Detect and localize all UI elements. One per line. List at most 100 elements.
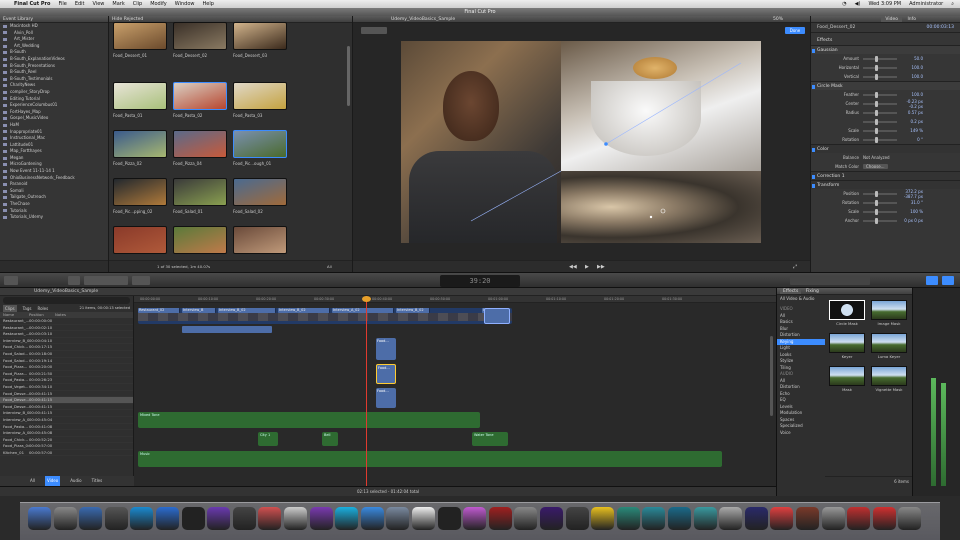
effect-tile[interactable] <box>871 300 907 320</box>
mask-outer-handle[interactable] <box>649 215 653 219</box>
index-row[interactable]: Interview_A_0200:00:45:08 <box>0 430 133 437</box>
media-browser-buttons[interactable] <box>790 276 870 285</box>
index-row[interactable]: Food_Pasta... 00:00:41:08 <box>0 424 133 431</box>
match-color-button[interactable]: Choose... <box>863 164 888 169</box>
skype-icon[interactable] <box>335 507 359 530</box>
parameter-slider[interactable] <box>863 91 897 98</box>
app-menu[interactable]: Final Cut Pro <box>14 1 50 7</box>
parameter-slider[interactable] <box>863 100 897 107</box>
parameter-value[interactable]: 31.0 ° <box>901 200 923 205</box>
unity-icon[interactable] <box>232 507 256 530</box>
photobooth-icon[interactable] <box>796 507 819 530</box>
event-library-item[interactable]: Gospel_MusicVideo <box>0 115 108 122</box>
c-icon[interactable] <box>642 507 666 530</box>
connected-clip[interactable]: Food... <box>376 388 396 408</box>
browser-clip-thumbnail[interactable] <box>233 82 287 110</box>
parameter-slider[interactable] <box>863 136 897 143</box>
parameter-slider[interactable] <box>863 208 897 215</box>
index-row[interactable]: Food_Desse... 00:00:41:15 <box>0 391 133 398</box>
tab-info[interactable]: Info <box>903 17 920 22</box>
gaussian-section[interactable]: Gaussian <box>811 45 960 54</box>
index-row[interactable]: Food_Pizza... 00:00:20:00 <box>0 364 133 371</box>
browser-clip-thumbnail[interactable] <box>113 130 167 158</box>
calculator-icon[interactable] <box>821 507 845 530</box>
parameter-slider[interactable] <box>863 118 897 125</box>
roblox-icon[interactable] <box>847 507 871 530</box>
index-row[interactable]: Food_Pizza_04 00:00:57:00 <box>0 443 133 450</box>
clapper-icon[interactable] <box>258 507 282 530</box>
attached-clip[interactable] <box>182 326 272 333</box>
tools-icon[interactable] <box>565 507 589 530</box>
quicktime-icon[interactable] <box>156 507 179 530</box>
event-library-item[interactable]: Macintosh HD <box>0 23 108 30</box>
safari-compass-icon[interactable] <box>693 507 717 530</box>
index-row[interactable]: Food_Salad... 00:00:19:14 <box>0 358 133 365</box>
index-row[interactable]: Restaurant_... 00:00:00:00 <box>0 318 133 325</box>
menu-file[interactable]: File <box>58 1 66 7</box>
event-library-item[interactable]: B-South_Testimonials <box>0 76 108 83</box>
ableton-icon[interactable] <box>309 507 333 530</box>
circle-mask-section[interactable]: Circle Mask <box>811 81 960 90</box>
browser-scrollbar[interactable] <box>347 46 350 106</box>
parameter-value[interactable]: 0.57 px <box>901 110 923 115</box>
browser-clip-thumbnail[interactable] <box>113 22 167 50</box>
event-library-item[interactable]: B-South <box>0 49 108 56</box>
index-row[interactable]: Interview_A_0200:00:45:04 <box>0 417 133 424</box>
messages-icon[interactable] <box>668 507 691 530</box>
launchpad-icon[interactable] <box>53 507 77 530</box>
textedit-icon[interactable] <box>412 507 435 530</box>
keyword-button[interactable] <box>68 276 80 285</box>
menu-window[interactable]: Window <box>175 1 195 7</box>
menu-view[interactable]: View <box>93 1 105 7</box>
event-library-item[interactable]: Tutorials_Udemy <box>0 214 108 221</box>
event-library-item[interactable]: FortHayes_Map <box>0 109 108 116</box>
menubar-user[interactable]: Administrator <box>909 1 943 7</box>
premiere-icon[interactable] <box>540 507 563 530</box>
event-library-item[interactable]: Art_Wedding <box>0 43 108 50</box>
parameter-slider[interactable] <box>863 199 897 206</box>
event-library-item[interactable]: B-South_Presentations <box>0 63 108 70</box>
spotlight-icon[interactable]: ⌕ <box>951 1 954 7</box>
tab-video[interactable]: Video <box>881 17 903 22</box>
effect-tile[interactable] <box>829 300 865 320</box>
playhead-handle[interactable] <box>362 296 371 302</box>
menu-modify[interactable]: Modify <box>150 1 167 7</box>
event-library-item[interactable]: B-South_ExplanationVideos <box>0 56 108 63</box>
transform-section[interactable]: Transform <box>811 180 960 189</box>
event-library-item[interactable]: Megan <box>0 155 108 162</box>
browser-clip-thumbnail[interactable] <box>233 178 287 206</box>
parameter-value[interactable]: 100 % <box>901 209 923 214</box>
event-library-item[interactable]: Now Event 11-11-14 1 <box>0 168 108 175</box>
parameter-value[interactable]: -0.23 px -0.2 px <box>901 99 923 109</box>
viewer-crop-tools[interactable] <box>361 27 387 34</box>
event-library-item[interactable]: B-South_Reel <box>0 69 108 76</box>
disk-icon[interactable] <box>514 507 538 530</box>
mask-center-handle[interactable] <box>604 142 608 146</box>
system-prefs-icon[interactable] <box>79 507 103 530</box>
event-library-item[interactable]: Art_Mister <box>0 36 108 43</box>
dvd-icon[interactable] <box>463 507 487 530</box>
event-library-item[interactable]: Map_Fortthayes <box>0 148 108 155</box>
index-row[interactable]: Food_Salad... 00:00:18:00 <box>0 351 133 358</box>
effect-tile[interactable] <box>829 366 865 386</box>
audio-clip[interactable]: Bell <box>322 432 338 446</box>
roblox-studio-icon[interactable] <box>872 507 896 530</box>
import-button[interactable] <box>4 276 18 285</box>
menu-edit[interactable]: Edit <box>75 1 85 7</box>
parameter-value[interactable]: 100.0 <box>901 92 923 97</box>
parameter-slider[interactable] <box>863 217 897 224</box>
tab-tags[interactable]: Tags <box>23 305 32 312</box>
screenshot-icon[interactable] <box>104 507 128 530</box>
network-icon[interactable] <box>386 507 410 530</box>
mail-icon[interactable] <box>719 507 743 530</box>
finder-icon[interactable] <box>28 507 51 530</box>
tab-fixing[interactable]: Fixing <box>803 289 822 294</box>
event-library-item[interactable]: ExperienceColumbus01 <box>0 102 108 109</box>
playhead[interactable] <box>366 296 367 486</box>
effect-tile[interactable] <box>829 333 865 353</box>
volume-icon[interactable]: ◀) <box>855 1 861 7</box>
tab-roles[interactable]: Roles <box>38 305 49 312</box>
index-row[interactable]: Interview_B_0200:00:41:15 <box>0 410 133 417</box>
event-library-item[interactable]: Instructional_Mac <box>0 135 108 142</box>
index-row[interactable]: Food_Desse... 00:00:41:15 <box>0 404 133 411</box>
